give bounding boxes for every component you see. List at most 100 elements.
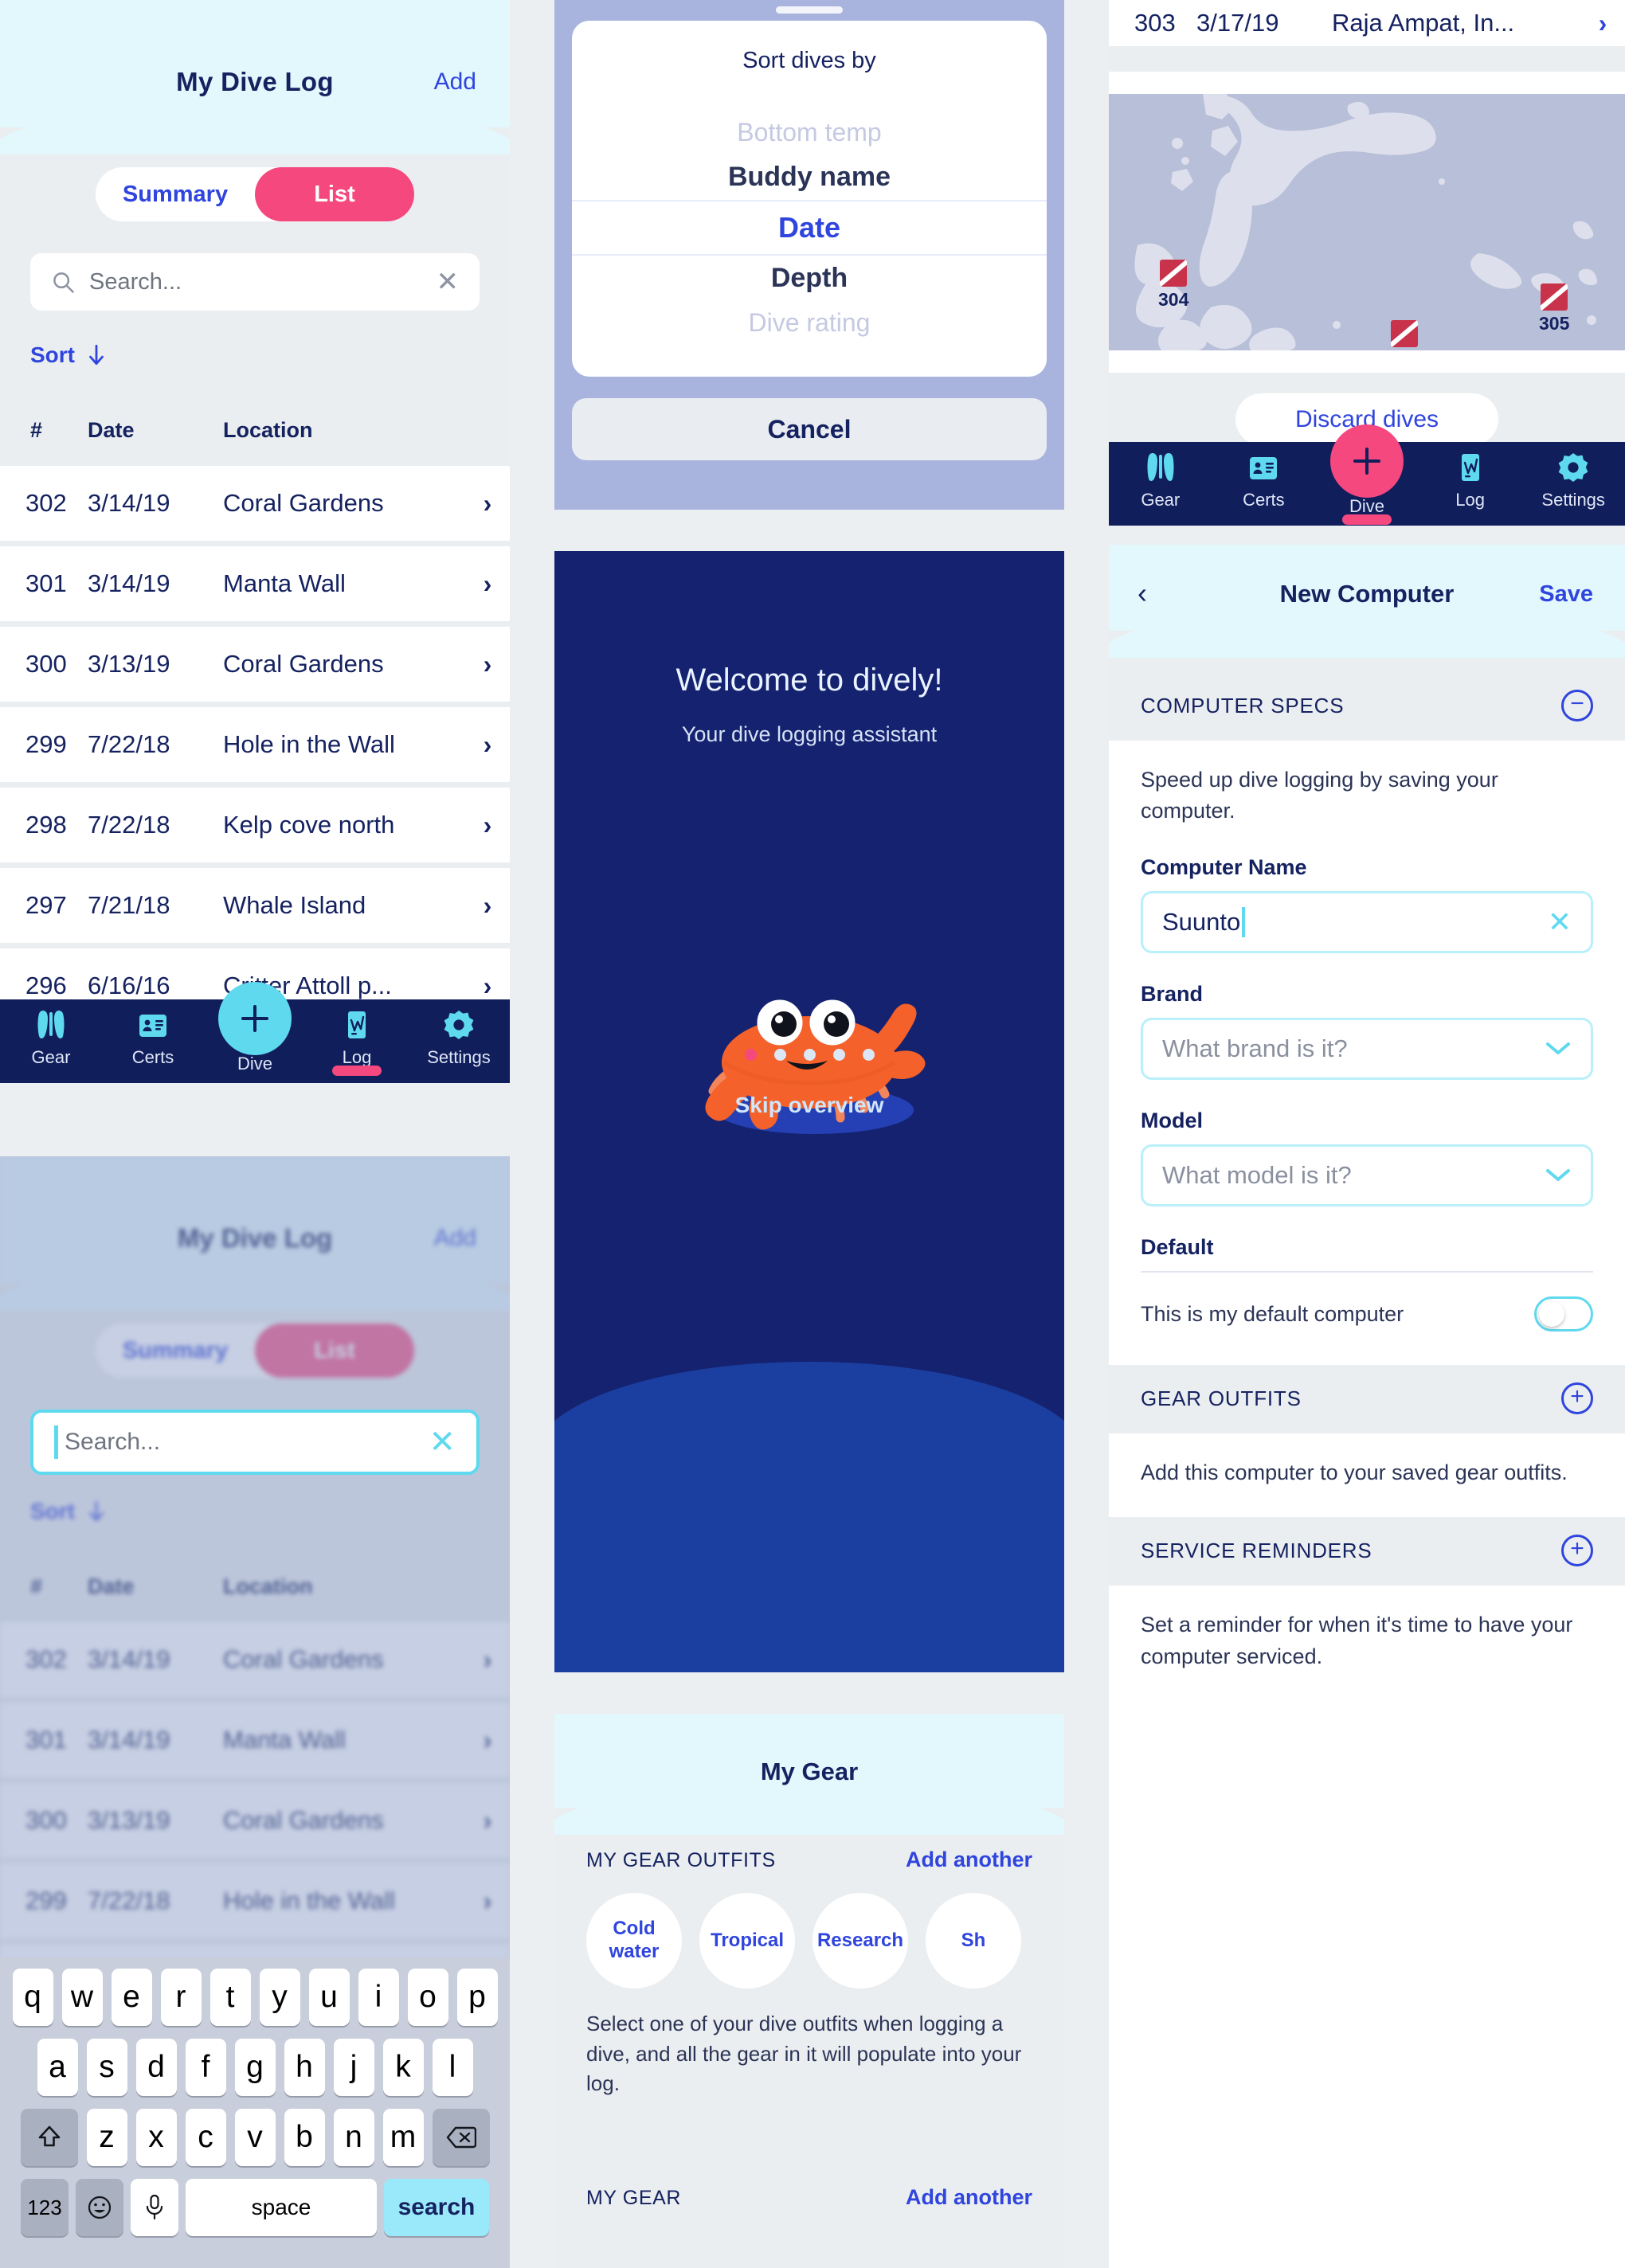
table-row[interactable]: 301 3/14/19 Manta Wall › [0,546,510,627]
cancel-button[interactable]: Cancel [572,398,1047,460]
key-f[interactable]: f [185,2039,226,2096]
sort-option-bottom-temp[interactable]: Bottom temp [572,111,1047,154]
table-row[interactable]: 298 7/22/18 Kelp cove north › [0,788,510,868]
close-icon[interactable]: ✕ [429,1424,456,1461]
tab-summary[interactable]: Summary [96,167,255,221]
pagination-dot[interactable] [832,1049,845,1061]
sort-button[interactable]: Sort [30,342,107,368]
default-computer-toggle[interactable] [1534,1296,1593,1332]
sort-option-date[interactable]: Date [572,200,1047,256]
map-marker-304[interactable]: 304 [1158,260,1188,311]
dive-list-row-top[interactable]: 303 3/17/19 Raja Ampat, In... › [1109,0,1625,46]
sort-option-depth[interactable]: Depth [572,256,1047,301]
gear-outfit-chip[interactable]: Tropical [699,1893,795,1988]
tab-settings[interactable]: Settings [408,1007,510,1068]
key-d[interactable]: d [135,2039,177,2096]
key-p[interactable]: p [456,1969,498,2026]
key-v[interactable]: v [234,2109,276,2166]
table-row[interactable]: 297 7/21/18 Whale Island › [0,868,510,948]
map-view[interactable]: 304 305 303 [1109,94,1625,350]
gear-outfit-chip[interactable]: Sh [926,1893,1021,1988]
sheet-grabber[interactable] [776,6,843,14]
tab-log[interactable]: Log [306,1007,408,1076]
key-space[interactable]: space [186,2179,377,2236]
key-t[interactable]: t [209,1969,251,2026]
key-search[interactable]: search [384,2179,489,2236]
table-row[interactable]: 299 7/22/18 Hole in the Wall › [0,707,510,788]
key-x[interactable]: x [135,2109,177,2166]
plus-circle-icon[interactable]: + [1561,1382,1593,1415]
add-another-outfit-button[interactable]: Add another [906,1848,1032,1872]
map-marker-305[interactable]: 305 [1539,284,1569,334]
add-dive-button[interactable]: Add [434,68,476,96]
section-header-gear-outfits[interactable]: GEAR OUTFITS + [1109,1365,1625,1434]
search-input-focused[interactable]: Search... ✕ [30,1410,480,1475]
key-u[interactable]: u [308,1969,350,2026]
add-another-gear-button[interactable]: Add another [906,2185,1032,2210]
close-icon[interactable]: ✕ [1548,905,1572,939]
on-screen-keyboard[interactable]: qwertyuiop asdfghjkl zxcvbnm 123 space sea… [0,1957,510,2268]
key-y[interactable]: y [259,1969,300,2026]
table-row[interactable]: 300 3/13/19 Coral Gardens › [0,627,510,707]
gear-outfit-chip[interactable]: Cold water [586,1893,682,1988]
emoji-icon[interactable] [76,2179,123,2236]
key-s[interactable]: s [86,2039,127,2096]
pagination-dot[interactable] [803,1049,816,1061]
key-r[interactable]: r [160,1969,202,2026]
tab-certs[interactable]: Certs [102,1007,204,1068]
minus-circle-icon[interactable]: − [1561,690,1593,721]
backspace-icon[interactable] [432,2109,490,2166]
pagination-dot[interactable] [773,1049,786,1061]
tab-dive[interactable]: Dive [1315,424,1419,525]
key-a[interactable]: a [37,2039,78,2096]
key-q[interactable]: q [12,1969,53,2026]
key-j[interactable]: j [333,2039,374,2096]
default-computer-row[interactable]: This is my default computer [1141,1273,1593,1336]
key-z[interactable]: z [86,2109,127,2166]
model-select[interactable]: What model is it? [1141,1144,1593,1207]
microphone-icon[interactable] [131,2179,178,2236]
tab-gear[interactable]: Gear [1109,450,1212,510]
dive-number: 299 [25,730,67,758]
view-segmented-control[interactable]: Summary List [96,167,414,221]
save-button[interactable]: Save [1539,581,1593,608]
key-b[interactable]: b [284,2109,325,2166]
tab-dive[interactable]: Dive [204,982,306,1074]
brand-select[interactable]: What brand is it? [1141,1018,1593,1081]
add-dive-fab[interactable] [218,982,292,1055]
tab-settings[interactable]: Settings [1521,450,1625,510]
key-n[interactable]: n [333,2109,374,2166]
shift-icon[interactable] [20,2109,78,2166]
search-input[interactable]: Search... ✕ [30,253,480,311]
key-o[interactable]: o [407,1969,448,2026]
key-m[interactable]: m [382,2109,424,2166]
pagination-dots[interactable] [554,1049,1064,1061]
section-header-computer-specs[interactable]: COMPUTER SPECS − [1109,672,1625,741]
key-w[interactable]: w [61,1969,103,2026]
key-k[interactable]: k [382,2039,424,2096]
table-row[interactable]: 302 3/14/19 Coral Gardens › [0,466,510,546]
gear-outfit-chip[interactable]: Research [812,1893,908,1988]
tab-gear[interactable]: Gear [0,1007,102,1068]
sort-option-dive-rating[interactable]: Dive rating [572,301,1047,345]
sort-option-buddy-name[interactable]: Buddy name [572,154,1047,200]
tab-certs[interactable]: Certs [1212,450,1316,510]
plus-circle-icon[interactable]: + [1561,1535,1593,1567]
key-numbers[interactable]: 123 [21,2179,69,2236]
pagination-dot[interactable] [744,1049,757,1061]
section-header-service-reminders[interactable]: SERVICE REMINDERS + [1109,1517,1625,1586]
skip-overview-button[interactable]: Skip overview [554,1093,1064,1118]
key-c[interactable]: c [185,2109,226,2166]
key-h[interactable]: h [284,2039,325,2096]
key-g[interactable]: g [234,2039,276,2096]
key-l[interactable]: l [432,2039,473,2096]
computer-name-field[interactable]: Suunto ✕ [1141,891,1593,954]
tab-list[interactable]: List [255,167,414,221]
key-e[interactable]: e [111,1969,152,2026]
add-dive-fab[interactable] [1329,424,1404,498]
close-icon[interactable]: ✕ [437,266,460,298]
map-marker-303[interactable]: 303 [1389,320,1419,350]
tab-log[interactable]: Log [1419,450,1522,510]
key-i[interactable]: i [358,1969,399,2026]
pagination-dot[interactable] [862,1049,875,1061]
